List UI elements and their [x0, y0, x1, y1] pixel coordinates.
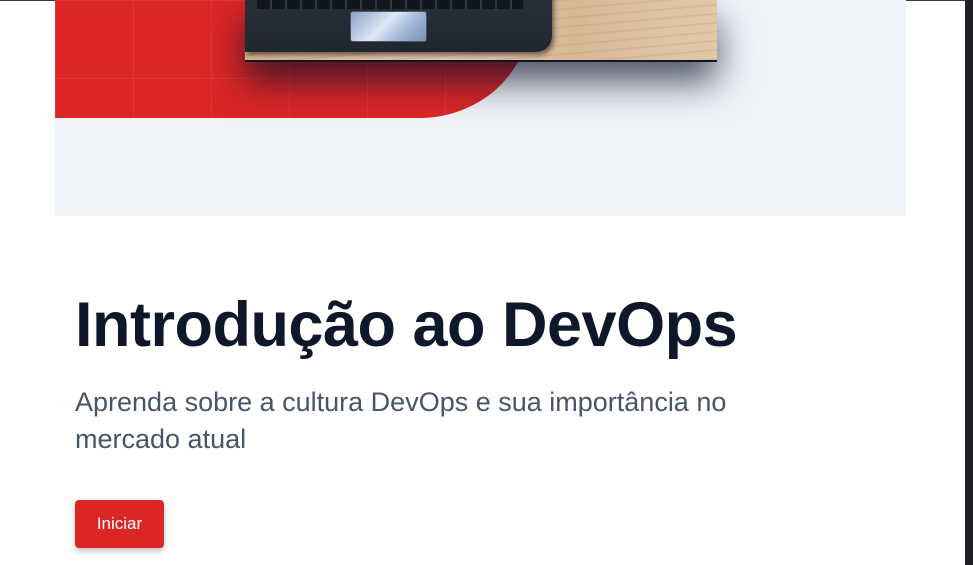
hero-laptop-image [245, 0, 717, 62]
start-button[interactable]: Iniciar [75, 500, 164, 548]
course-title: Introdução ao DevOps [75, 290, 738, 360]
laptop-touchpad [350, 11, 427, 42]
laptop-keyboard [257, 0, 523, 9]
course-card: Introdução ao DevOps Aprenda sobre a cul… [55, 0, 906, 565]
course-description: Aprenda sobre a cultura DevOps e sua imp… [75, 387, 727, 454]
laptop-illustration [245, 0, 552, 52]
hero-banner [55, 0, 906, 216]
page-scrollbar[interactable] [965, 0, 973, 565]
